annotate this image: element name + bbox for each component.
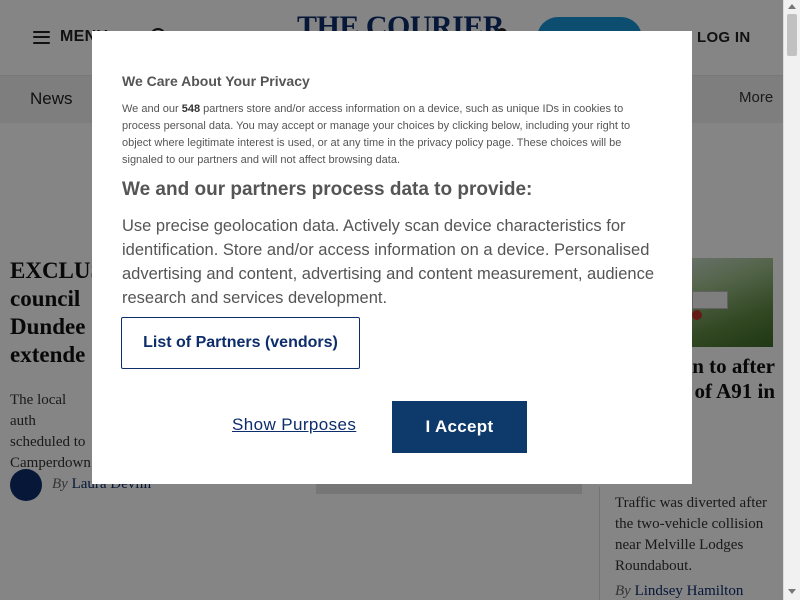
privacy-dialog: We Care About Your Privacy We and our 54… — [92, 31, 692, 484]
purposes-text: Use precise geolocation data. Actively s… — [122, 217, 655, 307]
dialog-title: We Care About Your Privacy — [122, 73, 310, 89]
scroll-thumb[interactable] — [787, 14, 797, 56]
dialog-subtitle: We and our partners process data to prov… — [122, 179, 533, 200]
intro-text-start: We and our — [122, 103, 182, 115]
show-purposes-link[interactable]: Show Purposes — [232, 415, 356, 435]
list-of-partners-button[interactable]: List of Partners (vendors) — [121, 317, 360, 369]
scrollbar[interactable] — [783, 0, 800, 600]
scroll-down-arrow-icon[interactable] — [788, 589, 796, 594]
partners-count: 548 — [181, 103, 201, 115]
dialog-intro: We and our 548 partners store and/or acc… — [122, 101, 662, 169]
accept-button[interactable]: I Accept — [392, 401, 527, 453]
scroll-up-arrow-icon[interactable] — [788, 4, 796, 9]
